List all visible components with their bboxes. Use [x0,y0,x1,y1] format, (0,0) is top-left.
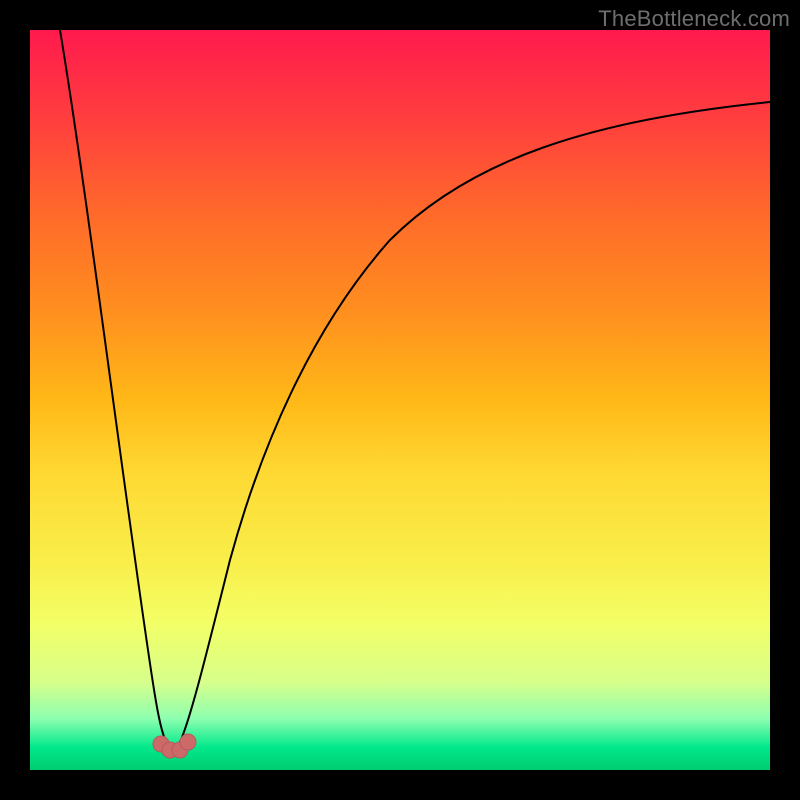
chart-plot-area [30,30,770,770]
curve-right-branch [180,102,770,742]
curve-left-branch [60,30,166,742]
minimum-marker [153,734,196,758]
bottleneck-curve [30,30,770,770]
watermark-text: TheBottleneck.com [598,6,790,32]
